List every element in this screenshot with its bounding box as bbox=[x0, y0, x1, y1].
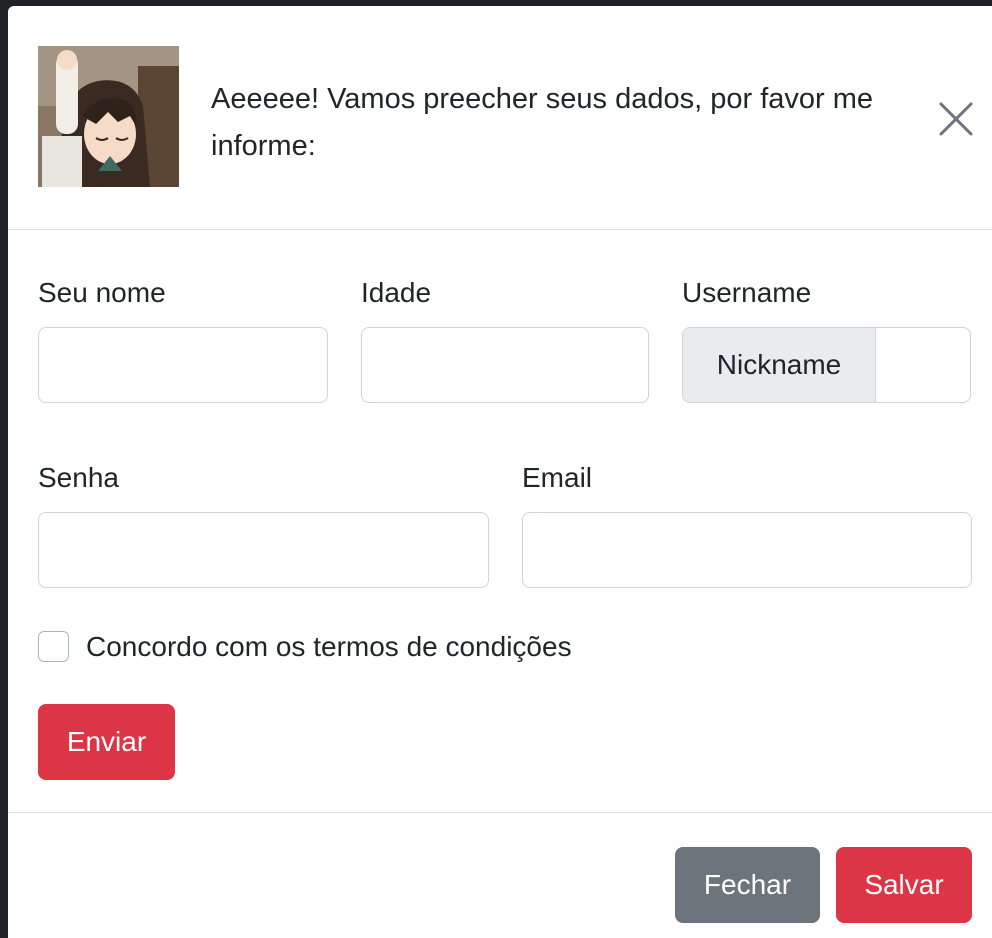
password-label: Senha bbox=[38, 462, 119, 493]
modal-footer: Fechar Salvar bbox=[8, 812, 992, 938]
close-icon bbox=[939, 102, 973, 136]
modal-title: Aeeeee! Vamos preecher seus dados, por f… bbox=[211, 83, 874, 162]
email-label: Email bbox=[522, 462, 593, 493]
name-label: Seu nome bbox=[38, 277, 166, 308]
close-button[interactable] bbox=[936, 99, 976, 139]
modal-body: Seu nome Idade Username Nickname Senha E… bbox=[8, 230, 992, 812]
age-label: Idade bbox=[361, 277, 432, 308]
register-modal: Aeeeee! Vamos preecher seus dados, por f… bbox=[8, 6, 992, 938]
username-label: Username bbox=[682, 277, 812, 308]
terms-label[interactable]: Concordo com os termos de condições bbox=[86, 630, 572, 664]
submit-button[interactable]: Enviar bbox=[38, 704, 175, 780]
save-button[interactable]: Salvar bbox=[836, 847, 972, 923]
age-input[interactable] bbox=[361, 327, 649, 403]
anime-avatar-image bbox=[38, 46, 179, 187]
name-input[interactable] bbox=[38, 327, 328, 403]
terms-checkbox[interactable] bbox=[38, 631, 69, 662]
password-input[interactable] bbox=[38, 512, 489, 588]
username-input[interactable] bbox=[875, 327, 971, 403]
avatar bbox=[38, 46, 179, 187]
modal-header: Aeeeee! Vamos preecher seus dados, por f… bbox=[8, 6, 992, 230]
username-prefix: Nickname bbox=[682, 327, 875, 403]
close-footer-button[interactable]: Fechar bbox=[675, 847, 820, 923]
email-input[interactable] bbox=[522, 512, 972, 588]
